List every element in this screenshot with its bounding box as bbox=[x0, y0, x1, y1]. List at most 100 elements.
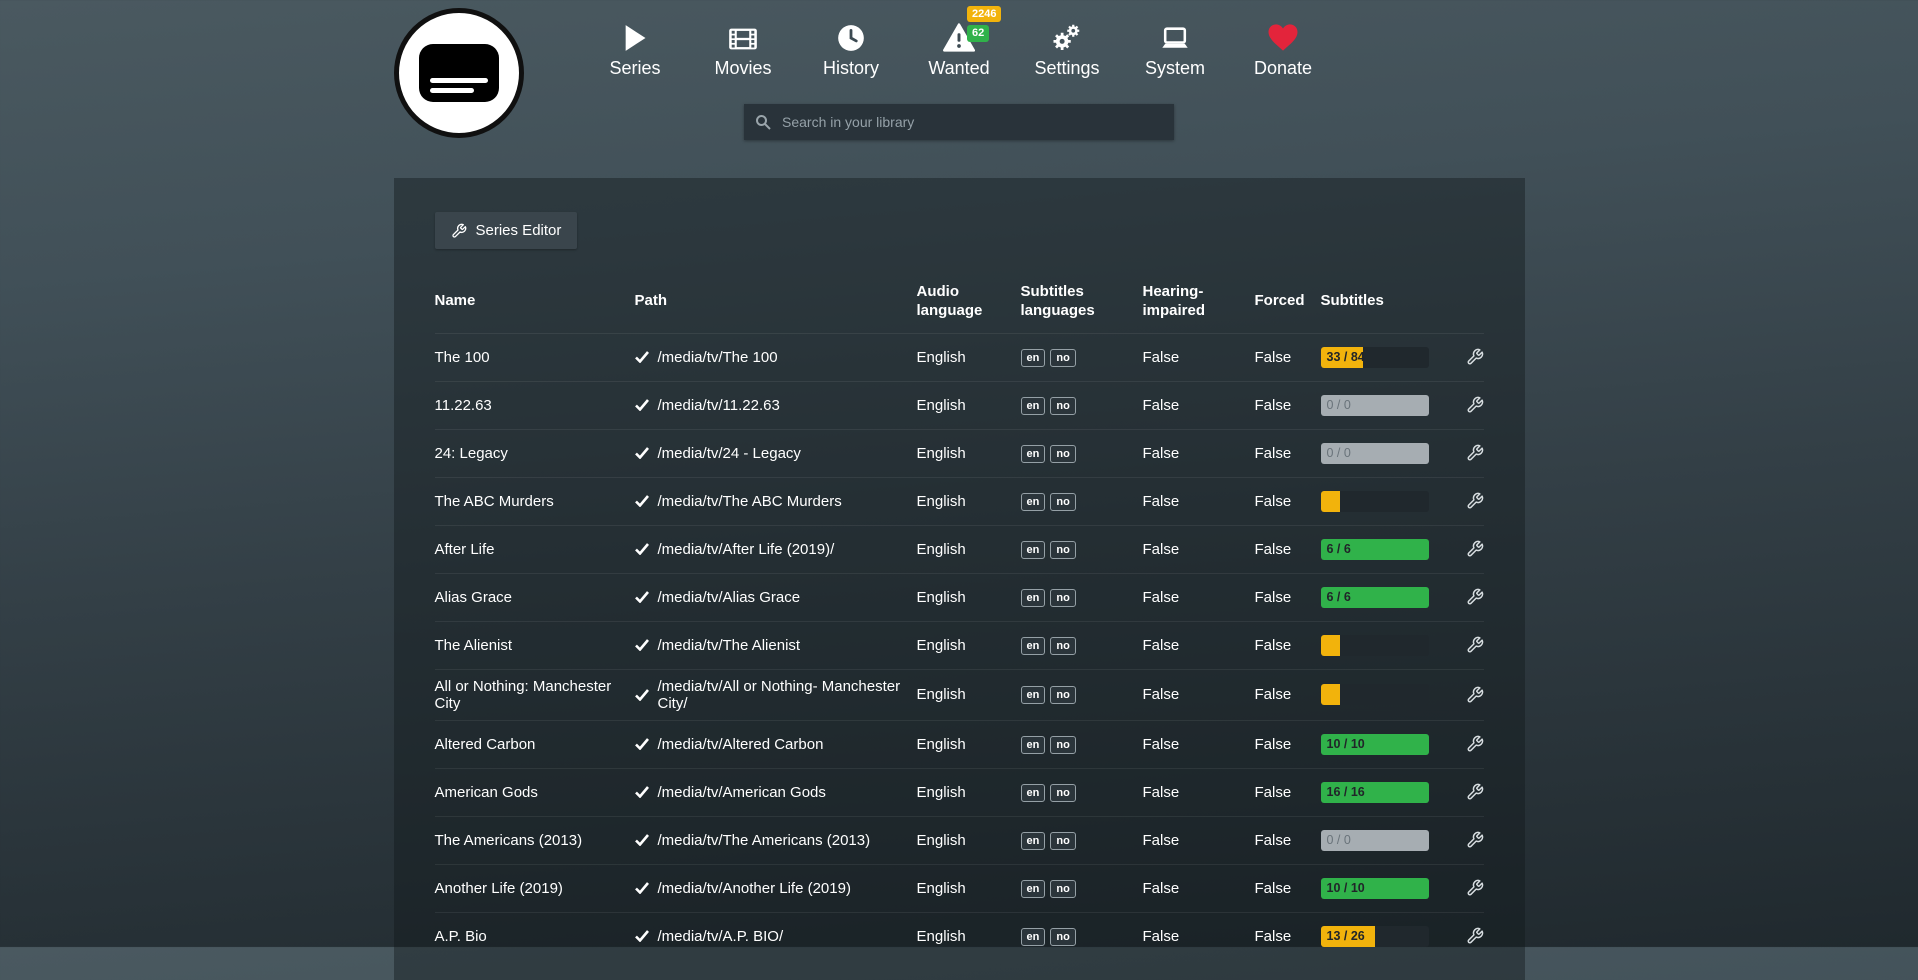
table-row: 24: Legacy/media/tv/24 - LegacyEnglishen… bbox=[435, 429, 1484, 477]
wrench-icon[interactable] bbox=[1466, 636, 1484, 654]
nav-movies-label: Movies bbox=[714, 58, 771, 79]
language-badge: no bbox=[1050, 493, 1075, 511]
series-path: /media/tv/A.P. BIO/ bbox=[635, 920, 917, 953]
subtitles-progress: 6 / 6 bbox=[1321, 587, 1429, 608]
audio-language: English bbox=[917, 776, 1021, 809]
subtitles-languages: enno bbox=[1021, 340, 1143, 375]
audio-language: English bbox=[917, 533, 1021, 566]
film-icon bbox=[728, 16, 758, 52]
series-name-link[interactable]: 24: Legacy bbox=[435, 437, 635, 470]
nav-history[interactable]: History bbox=[797, 16, 905, 79]
audio-language: English bbox=[917, 678, 1021, 711]
wrench-icon[interactable] bbox=[1466, 735, 1484, 753]
subtitles-languages: enno bbox=[1021, 727, 1143, 762]
series-name-link[interactable]: 11.22.63 bbox=[435, 389, 635, 422]
audio-language: English bbox=[917, 629, 1021, 662]
wrench-icon[interactable] bbox=[1466, 492, 1484, 510]
check-icon bbox=[635, 834, 649, 846]
language-badge: no bbox=[1050, 541, 1075, 559]
wrench-icon[interactable] bbox=[1466, 396, 1484, 414]
subtitles-progress: 10 / 10 bbox=[1321, 734, 1429, 755]
language-badge: no bbox=[1050, 349, 1075, 367]
check-icon bbox=[635, 639, 649, 651]
wrench-icon[interactable] bbox=[1466, 879, 1484, 897]
series-name-link[interactable]: The 100 bbox=[435, 341, 635, 374]
series-path-text: /media/tv/The ABC Murders bbox=[658, 493, 842, 510]
series-name-link[interactable]: A.P. Bio bbox=[435, 920, 635, 953]
series-path-text: /media/tv/A.P. BIO/ bbox=[658, 928, 784, 945]
table-row: The 100/media/tv/The 100EnglishennoFalse… bbox=[435, 333, 1484, 381]
series-path: /media/tv/American Gods bbox=[635, 776, 917, 809]
wrench-icon[interactable] bbox=[1466, 686, 1484, 704]
wrench-icon[interactable] bbox=[1466, 540, 1484, 558]
series-table-head: NamePathAudio languageSubtitles language… bbox=[435, 273, 1484, 333]
audio-language: English bbox=[917, 728, 1021, 761]
check-icon bbox=[635, 591, 649, 603]
series-name-link[interactable]: American Gods bbox=[435, 776, 635, 809]
wrench-icon[interactable] bbox=[1466, 831, 1484, 849]
language-badge: no bbox=[1050, 784, 1075, 802]
series-name-link[interactable]: Altered Carbon bbox=[435, 728, 635, 761]
series-path: /media/tv/11.22.63 bbox=[635, 389, 917, 422]
series-editor-button[interactable]: Series Editor bbox=[435, 212, 578, 249]
hearing-impaired: False bbox=[1143, 629, 1255, 662]
subtitles-progress: 33 / 84 bbox=[1321, 347, 1429, 368]
language-badge: no bbox=[1050, 686, 1075, 704]
main-panel: Series Editor NamePathAudio languageSubt… bbox=[394, 178, 1525, 980]
language-badge: en bbox=[1021, 832, 1046, 850]
table-row: A.P. Bio/media/tv/A.P. BIO/EnglishennoFa… bbox=[435, 912, 1484, 960]
series-path-text: /media/tv/11.22.63 bbox=[658, 397, 780, 414]
series-name-link[interactable]: All or Nothing: Manchester City bbox=[435, 670, 635, 720]
column-header: Forced bbox=[1255, 292, 1321, 311]
check-icon bbox=[635, 786, 649, 798]
check-icon bbox=[635, 882, 649, 894]
language-badge: no bbox=[1050, 589, 1075, 607]
wrench-icon[interactable] bbox=[1466, 348, 1484, 366]
language-badge: en bbox=[1021, 397, 1046, 415]
series-path: /media/tv/Another Life (2019) bbox=[635, 872, 917, 905]
wrench-icon[interactable] bbox=[1466, 927, 1484, 945]
nav-donate-label: Donate bbox=[1254, 58, 1312, 79]
nav-settings[interactable]: Settings bbox=[1013, 16, 1121, 79]
nav-donate[interactable]: Donate bbox=[1229, 16, 1337, 79]
hearing-impaired: False bbox=[1143, 389, 1255, 422]
series-name-link[interactable]: The Alienist bbox=[435, 629, 635, 662]
search-input[interactable] bbox=[780, 113, 1163, 131]
check-icon bbox=[635, 447, 649, 459]
hearing-impaired: False bbox=[1143, 872, 1255, 905]
hearing-impaired: False bbox=[1143, 824, 1255, 857]
table-row: The Americans (2013)/media/tv/The Americ… bbox=[435, 816, 1484, 864]
wrench-icon[interactable] bbox=[1466, 783, 1484, 801]
series-path-text: /media/tv/All or Nothing- Manchester Cit… bbox=[658, 678, 905, 712]
series-path: /media/tv/The 100 bbox=[635, 341, 917, 374]
table-row: All or Nothing: Manchester City/media/tv… bbox=[435, 669, 1484, 720]
series-name-link[interactable]: Alias Grace bbox=[435, 581, 635, 614]
series-name-link[interactable]: Another Life (2019) bbox=[435, 872, 635, 905]
forced: False bbox=[1255, 581, 1321, 614]
nav-movies[interactable]: Movies bbox=[689, 16, 797, 79]
series-path-text: /media/tv/Altered Carbon bbox=[658, 736, 824, 753]
main-nav: Series Movies bbox=[581, 16, 1337, 79]
forced: False bbox=[1255, 389, 1321, 422]
series-name-link[interactable]: The Americans (2013) bbox=[435, 824, 635, 857]
check-icon bbox=[635, 543, 649, 555]
subtitles-progress: 0 / 0 bbox=[1321, 830, 1429, 851]
subtitles-languages: enno bbox=[1021, 919, 1143, 954]
series-name-link[interactable]: The ABC Murders bbox=[435, 485, 635, 518]
nav-series[interactable]: Series bbox=[581, 16, 689, 79]
series-name-link[interactable]: After Life bbox=[435, 533, 635, 566]
top-header: Series Movies bbox=[0, 0, 1918, 178]
subtitles-progress: 6 / 6 bbox=[1321, 539, 1429, 560]
wrench-icon[interactable] bbox=[1466, 444, 1484, 462]
nav-system[interactable]: System bbox=[1121, 16, 1229, 79]
language-badge: no bbox=[1050, 736, 1075, 754]
table-row: The Alienist/media/tv/The AlienistEnglis… bbox=[435, 621, 1484, 669]
subtitles-languages: enno bbox=[1021, 775, 1143, 810]
forced: False bbox=[1255, 533, 1321, 566]
nav-wanted[interactable]: 2246 62 Wanted bbox=[905, 16, 1013, 79]
app-logo[interactable] bbox=[394, 8, 524, 138]
check-icon bbox=[635, 399, 649, 411]
wrench-icon[interactable] bbox=[1466, 588, 1484, 606]
hearing-impaired: False bbox=[1143, 678, 1255, 711]
language-badge: no bbox=[1050, 928, 1075, 946]
